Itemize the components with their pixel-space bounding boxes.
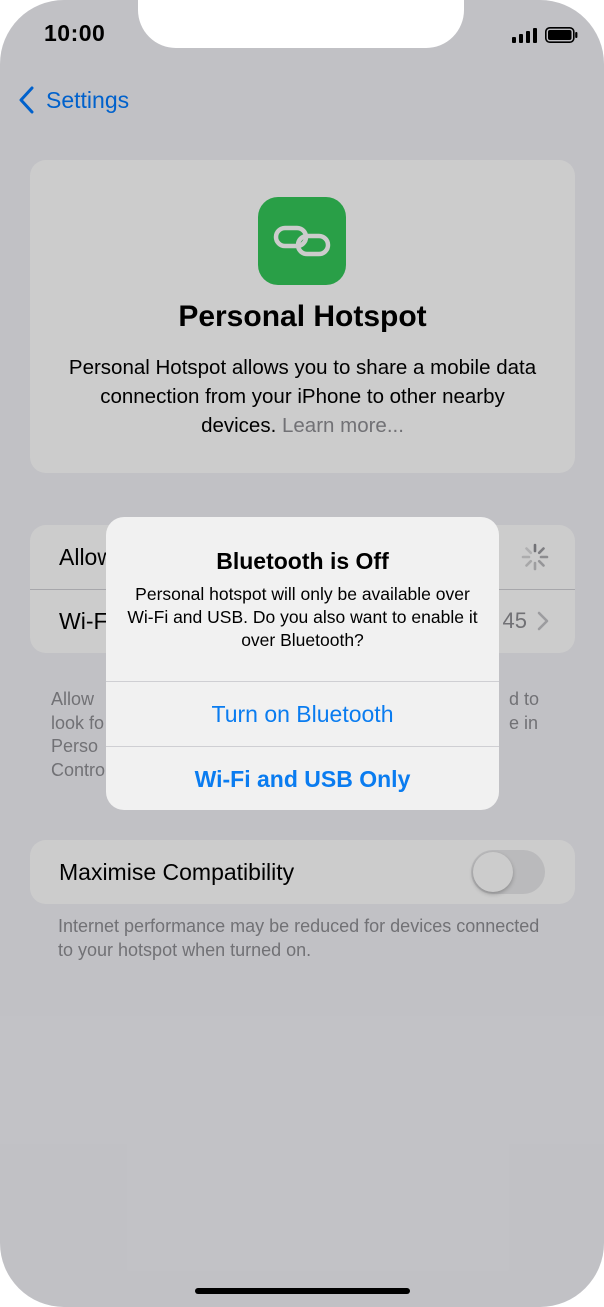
phone-screen: 10:00 Settings Personal Hotspot Personal… (0, 0, 604, 1307)
status-icons (512, 27, 578, 43)
notch (138, 0, 464, 48)
bluetooth-alert: Bluetooth is Off Personal hotspot will o… (106, 517, 499, 810)
alert-title: Bluetooth is Off (216, 548, 389, 574)
status-time: 10:00 (44, 20, 106, 46)
alert-message: Personal hotspot will only be available … (127, 584, 478, 650)
home-indicator[interactable] (195, 1288, 410, 1294)
cellular-signal-icon (512, 27, 537, 43)
turn-on-bluetooth-button[interactable]: Turn on Bluetooth (106, 681, 499, 746)
wifi-usb-only-button[interactable]: Wi-Fi and USB Only (106, 746, 499, 810)
battery-icon (545, 27, 578, 43)
